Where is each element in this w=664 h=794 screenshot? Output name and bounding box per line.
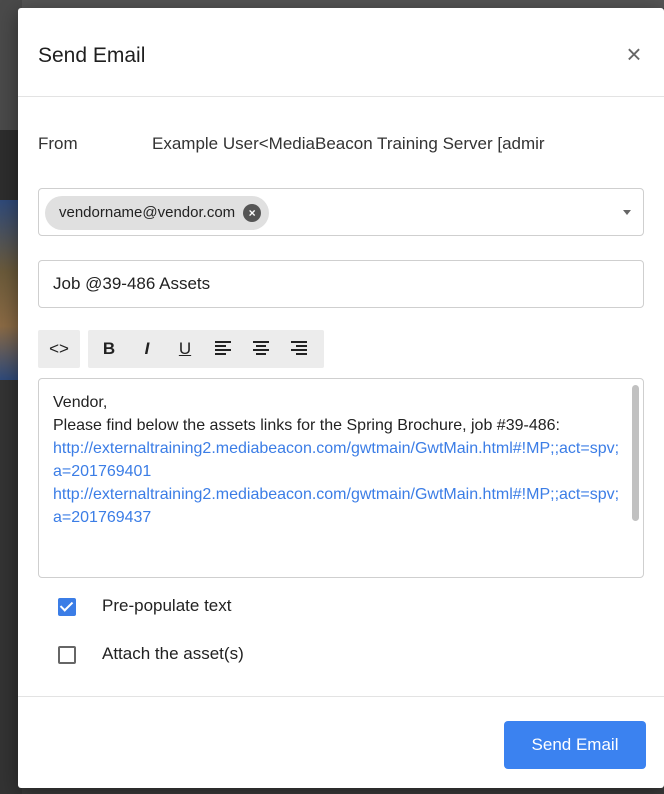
subject-input[interactable] [38, 260, 644, 308]
underline-button[interactable]: U [170, 330, 200, 368]
send-email-button[interactable]: Send Email [504, 721, 646, 769]
italic-button[interactable]: I [132, 330, 162, 368]
attach-label: Attach the asset(s) [102, 644, 244, 663]
prepopulate-label: Pre-populate text [102, 596, 232, 615]
greeting-text: Vendor, [53, 394, 108, 411]
close-icon[interactable]: × [622, 41, 646, 67]
dialog-header: Send Email × [18, 8, 664, 97]
body-text: Please find below the assets links for t… [53, 417, 560, 434]
attach-checkbox[interactable] [58, 646, 76, 664]
align-left-icon [215, 341, 231, 357]
editor-content: Vendor, Please find below the assets lin… [53, 391, 621, 529]
code-view-button[interactable]: <> [44, 330, 74, 368]
chevron-down-icon[interactable] [623, 210, 631, 215]
align-left-button[interactable] [208, 330, 238, 368]
align-center-button[interactable] [246, 330, 276, 368]
editor-scrollbar[interactable] [629, 381, 641, 575]
send-email-dialog: Send Email × From Example User<MediaBeac… [18, 8, 664, 788]
format-toolbar: B I U [88, 330, 324, 368]
align-right-button[interactable] [284, 330, 314, 368]
from-label: From [38, 134, 78, 153]
scrollbar-thumb[interactable] [632, 385, 639, 521]
prepopulate-checkbox[interactable] [58, 598, 76, 616]
align-right-icon [291, 341, 307, 357]
recipients-field[interactable]: vendorname@vendor.com × [38, 188, 644, 236]
from-value: Example User<MediaBeacon Training Server… [152, 134, 545, 153]
recipient-chip[interactable]: vendorname@vendor.com × [45, 196, 270, 230]
remove-chip-icon[interactable]: × [243, 204, 262, 222]
footer-divider [18, 696, 664, 697]
dialog-title: Send Email [38, 44, 146, 67]
code-view-toolbar: <> [38, 330, 80, 368]
asset-link[interactable]: http://externaltraining2.mediabeacon.com… [53, 437, 621, 483]
asset-link[interactable]: http://externaltraining2.mediabeacon.com… [53, 483, 621, 529]
background-topbar [0, 0, 664, 8]
recipient-chip-label: vendorname@vendor.com [59, 204, 236, 221]
align-center-icon [253, 341, 269, 357]
email-body-editor[interactable]: Vendor, Please find below the assets lin… [38, 378, 644, 578]
bold-button[interactable]: B [94, 330, 124, 368]
